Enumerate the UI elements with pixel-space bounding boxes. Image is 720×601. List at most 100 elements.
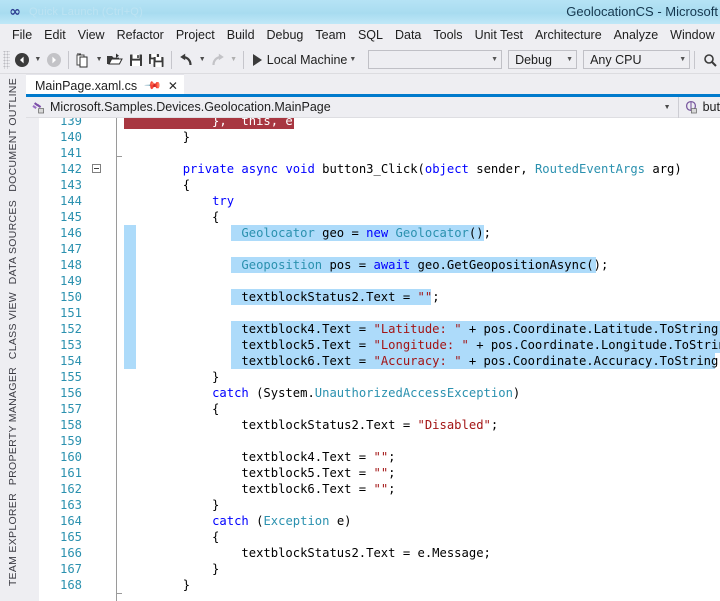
menu-item-view[interactable]: View: [72, 26, 111, 45]
menu-item-debug[interactable]: Debug: [261, 26, 310, 45]
menu-item-window[interactable]: Window: [664, 26, 720, 45]
sidebar-item-data-sources[interactable]: DATA SOURCES: [0, 196, 26, 288]
new-item-icon[interactable]: [73, 49, 94, 71]
menu-item-unit-test[interactable]: Unit Test: [469, 26, 529, 45]
save-icon[interactable]: [125, 49, 146, 71]
new-item-dropdown-icon[interactable]: ▼: [94, 49, 104, 71]
code-line[interactable]: 154 textblock6.Text = "Accuracy: " + pos…: [26, 353, 720, 369]
debug-target-dropdown-icon[interactable]: ▼: [347, 49, 358, 71]
code-line[interactable]: 149: [26, 273, 720, 289]
code-line[interactable]: 144 try: [26, 193, 720, 209]
code-line[interactable]: 157 {: [26, 401, 720, 417]
sidebar-item-team-explorer[interactable]: TEAM EXPLORER: [0, 489, 26, 590]
collapse-region-toggle[interactable]: [92, 164, 101, 173]
code-line[interactable]: 159: [26, 433, 720, 449]
selection-margin: [124, 305, 136, 321]
code-token: {: [124, 530, 220, 544]
sidebar-item-class-view[interactable]: CLASS VIEW: [0, 288, 26, 363]
platform-combo[interactable]: Any CPU ▼: [583, 50, 691, 69]
code-token: textblock4.Text =: [124, 450, 374, 464]
code-token: try: [212, 194, 235, 208]
member-dropdown[interactable]: but: [677, 96, 720, 118]
code-line[interactable]: 163 }: [26, 497, 720, 513]
menu-item-edit[interactable]: Edit: [38, 26, 72, 45]
code-text: {: [124, 209, 219, 225]
code-line[interactable]: 161 textblock5.Text = "";: [26, 465, 720, 481]
code-token: }, this, e);: [124, 118, 308, 128]
code-line[interactable]: 148 Geoposition pos = await geo.GetGeopo…: [26, 257, 720, 273]
code-token: Exception: [263, 514, 330, 528]
code-line[interactable]: 153 textblock5.Text = "Longitude: " + po…: [26, 337, 720, 353]
quick-launch-input[interactable]: Quick Launch (Ctrl+Q): [29, 6, 143, 18]
code-line[interactable]: 167 }: [26, 561, 720, 577]
chevron-down-icon[interactable]: ▼: [664, 104, 671, 111]
code-line[interactable]: 160 textblock4.Text = "";: [26, 449, 720, 465]
code-line[interactable]: 156 catch (System.UnauthorizedAccessExce…: [26, 385, 720, 401]
sidebar-item-document-outline[interactable]: DOCUMENT OUTLINE: [0, 74, 26, 196]
code-line[interactable]: 147: [26, 241, 720, 257]
menu-item-tools[interactable]: Tools: [427, 26, 468, 45]
line-number: 151: [59, 306, 82, 320]
start-debugging-button[interactable]: Local Machine ▼: [248, 49, 363, 71]
menu-item-project[interactable]: Project: [170, 26, 221, 45]
line-number: 149: [59, 274, 82, 288]
pin-icon[interactable]: 📌: [144, 76, 163, 95]
device-combo[interactable]: ▼: [368, 50, 503, 69]
menu-item-data[interactable]: Data: [389, 26, 427, 45]
menu-item-sql[interactable]: SQL: [352, 26, 389, 45]
redo-icon: [207, 49, 228, 71]
line-number: 139: [59, 118, 82, 128]
code-line[interactable]: 141: [26, 145, 720, 161]
code-text: }: [124, 497, 219, 513]
code-line[interactable]: 165 {: [26, 529, 720, 545]
code-line[interactable]: 142 private async void button3_Click(obj…: [26, 161, 720, 177]
menu-item-file[interactable]: File: [6, 26, 38, 45]
code-line[interactable]: 145 {: [26, 209, 720, 225]
sidebar-item-property-manager[interactable]: PROPERTY MANAGER: [0, 363, 26, 489]
code-line[interactable]: 164 catch (Exception e): [26, 513, 720, 529]
configuration-combo[interactable]: Debug ▼: [508, 50, 578, 69]
menu-item-refactor[interactable]: Refactor: [111, 26, 170, 45]
code-line[interactable]: 162 textblock6.Text = "";: [26, 481, 720, 497]
menu-item-team[interactable]: Team: [309, 26, 352, 45]
tab-mainpage-xaml-cs[interactable]: MainPage.xaml.cs 📌 ✕: [26, 74, 184, 96]
code-token: UnauthorizedAccessException: [314, 386, 513, 400]
save-all-icon[interactable]: [146, 49, 167, 71]
code-token: textblockStatus2.Text = e.Message;: [124, 546, 491, 560]
code-editor[interactable]: 139 }, this, e); 140 } 141 142 private asyn…: [26, 118, 720, 601]
code-line[interactable]: 168 }: [26, 577, 720, 593]
code-line[interactable]: 158 textblockStatus2.Text = "Disabled";: [26, 417, 720, 433]
navigate-back-icon[interactable]: [12, 49, 33, 71]
code-line[interactable]: 155 }: [26, 369, 720, 385]
open-file-icon[interactable]: [104, 49, 125, 71]
code-line[interactable]: 166 textblockStatus2.Text = e.Message;: [26, 545, 720, 561]
code-token: ;: [388, 482, 396, 496]
undo-icon[interactable]: [176, 49, 197, 71]
menu-item-architecture[interactable]: Architecture: [529, 26, 608, 45]
chevron-down-icon: ▼: [679, 56, 687, 63]
line-number: 142: [59, 162, 82, 176]
line-number: 166: [59, 546, 82, 560]
menu-item-analyze[interactable]: Analyze: [608, 26, 664, 45]
type-dropdown[interactable]: Microsoft.Samples.Devices.Geolocation.Ma…: [26, 97, 678, 118]
toolbar-separator: [171, 50, 173, 69]
code-line[interactable]: 146 Geolocator geo = new Geolocator();: [26, 225, 720, 241]
code-token: "": [373, 450, 389, 464]
code-line[interactable]: 152 textblock4.Text = "Latitude: " + pos…: [26, 321, 720, 337]
navigate-back-dropdown-icon[interactable]: ▼: [33, 49, 43, 71]
code-line[interactable]: 143 {: [26, 177, 720, 193]
line-number: 143: [59, 178, 82, 192]
code-line[interactable]: 151: [26, 305, 720, 321]
code-line[interactable]: 139 }, this, e);: [26, 118, 720, 129]
code-line[interactable]: 150 textblockStatus2.Text = "";: [26, 289, 720, 305]
find-in-files-icon[interactable]: [699, 49, 720, 71]
toolbar-grip[interactable]: [3, 50, 10, 69]
close-icon[interactable]: ✕: [168, 80, 178, 92]
code-lines[interactable]: 139 }, this, e); 140 } 141 142 private asyn…: [26, 118, 720, 601]
redo-dropdown-icon: ▼: [230, 56, 238, 63]
code-line[interactable]: 140 }: [26, 129, 720, 145]
menu-item-build[interactable]: Build: [221, 26, 261, 45]
undo-dropdown-icon[interactable]: ▼: [197, 49, 207, 71]
